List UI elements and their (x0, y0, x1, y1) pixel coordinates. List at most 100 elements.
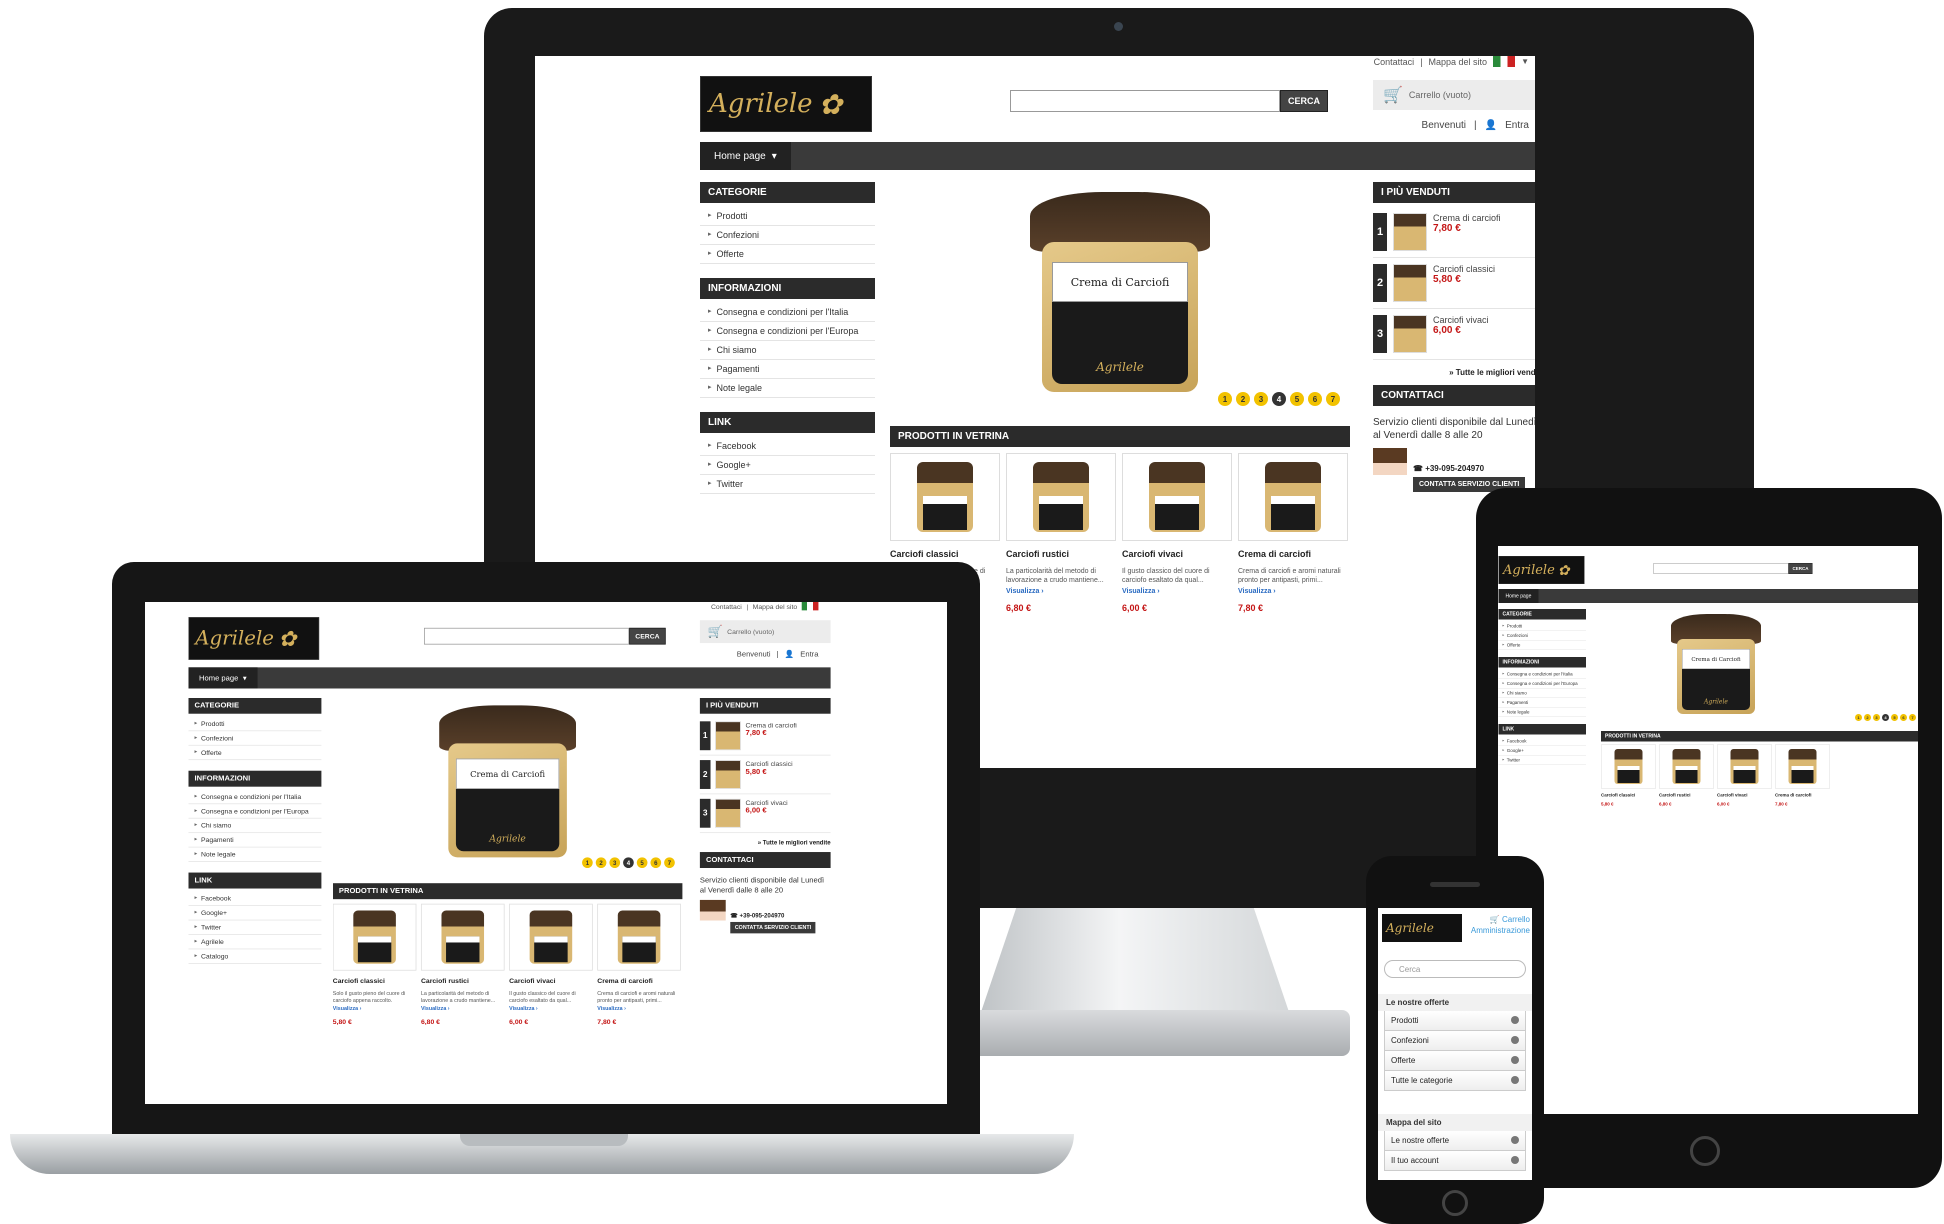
search-input[interactable] (1653, 563, 1789, 574)
categories-block: CATEGORIE Prodotti Confezioni Offerte (700, 182, 875, 264)
contact-link[interactable]: Contattaci (1374, 57, 1415, 67)
info-link[interactable]: Consegna e condizioni per l'Europa (700, 322, 875, 341)
mobile-menu-item[interactable]: Il tuo account (1384, 1151, 1526, 1171)
mobile-account-link[interactable]: Amministrazione (1471, 925, 1530, 936)
chevron-down-icon[interactable]: ▼ (1521, 57, 1529, 66)
slider-dots: 1 2 3 4 5 6 7 (1218, 392, 1340, 406)
search-input[interactable] (1010, 90, 1280, 112)
facebook-link[interactable]: Facebook (700, 437, 875, 456)
view-link[interactable]: Visualizza › (1006, 588, 1116, 595)
product-jar-image[interactable]: Crema di Carciofi Agrilele (1030, 192, 1210, 392)
chevron-right-icon (1511, 1016, 1519, 1024)
product-image (1033, 462, 1089, 532)
clover-icon: ✿ (818, 87, 843, 121)
hero-slider: Crema di Carciofi Agrilele 1 2 3 4 5 6 7 (890, 182, 1350, 412)
mobile-sitemap: Mappa del sito Le nostre offerte Il tuo … (1378, 1114, 1532, 1171)
support-agent-image (1373, 448, 1407, 508)
mobile-search-input[interactable]: Cerca (1384, 960, 1526, 978)
chevron-down-icon: ▾ (771, 150, 777, 162)
product-card[interactable]: Carciofi vivaci Il gusto classico del cuo… (1122, 453, 1232, 613)
product-card[interactable]: Carciofi rustici La particolarità del met… (1006, 453, 1116, 613)
user-icon: 👤 (784, 650, 795, 659)
view-link[interactable]: Visualizza › (1122, 588, 1232, 595)
logo[interactable]: Agrilele ✿ (188, 617, 320, 660)
slider-dot[interactable]: 5 (1290, 392, 1304, 406)
product-image (1265, 462, 1321, 532)
chevron-right-icon (1511, 1056, 1519, 1064)
info-link[interactable]: Pagamenti (700, 360, 875, 379)
home-button[interactable] (1690, 1136, 1720, 1166)
block-title: I PIÙ VENDUTI (1373, 182, 1535, 203)
slider-dot[interactable]: 2 (1236, 392, 1250, 406)
twitter-link[interactable]: Twitter (700, 475, 875, 494)
product-card[interactable]: Crema di carciofi Crema di carciofi e aro… (1238, 453, 1348, 613)
user-icon: 👤 (1484, 120, 1498, 131)
home-button[interactable] (1442, 1190, 1468, 1216)
block-title: CONTATTACI (1373, 385, 1535, 406)
tablet-screen: Agrilele✿ CERCA Home page CATEGORIEProdo… (1498, 546, 1918, 1114)
cart-icon: 🛒 (1383, 87, 1403, 104)
view-link[interactable]: Visualizza › (1238, 588, 1348, 595)
nav-home[interactable]: Home page ▾ (700, 142, 791, 170)
left-column: CATEGORIE Prodotti Confezioni Offerte IN… (700, 182, 875, 508)
search-input[interactable] (424, 627, 630, 645)
mobile-menu-item[interactable]: Prodotti (1384, 1011, 1526, 1031)
all-bestsellers-link[interactable]: » Tutte le migliori vendite (1373, 360, 1535, 385)
slider-dot[interactable]: 1 (1218, 392, 1232, 406)
mobile-offers: Le nostre offerte Prodotti Confezioni Of… (1378, 994, 1532, 1091)
logo[interactable]: Agrilele (1382, 914, 1462, 942)
welcome-bar: Benvenuti | 👤 Entra (1421, 120, 1529, 131)
laptop-notch (460, 1134, 628, 1146)
product-jar-image: Crema di Carciofi Agrilele (439, 705, 576, 858)
slider-dot[interactable]: 7 (1326, 392, 1340, 406)
mobile-menu-item[interactable]: Tutte le categorie (1384, 1071, 1526, 1091)
camera-icon (1114, 22, 1123, 31)
clover-icon: ✿ (278, 625, 297, 652)
info-link[interactable]: Chi siamo (700, 341, 875, 360)
slider-dot[interactable]: 6 (1308, 392, 1322, 406)
laptop-screen: Contattaci | Mappa del sito Agrilele ✿ CERC… (145, 602, 947, 1104)
bestseller-item[interactable]: 2 Carciofi classici 5,80 € (1373, 258, 1535, 309)
imac-stand-foot (930, 1010, 1350, 1056)
cart-icon: 🛒 (707, 625, 723, 639)
category-link[interactable]: Offerte (700, 245, 875, 264)
logo[interactable]: Agrilele ✿ (700, 76, 872, 132)
bestseller-item[interactable]: 3 Carciofi vivaci 6,00 € (1373, 309, 1535, 360)
phone-icon: ☎ (1413, 464, 1426, 473)
google-link[interactable]: Google+ (700, 456, 875, 475)
top-links: Contattaci | Mappa del sito ▼ (1373, 56, 1529, 67)
mobile-menu-item[interactable]: Offerte (1384, 1051, 1526, 1071)
block-title: CATEGORIE (700, 182, 875, 203)
search-button[interactable]: CERCA (1280, 90, 1328, 112)
category-link[interactable]: Confezioni (700, 226, 875, 245)
chevron-right-icon (1511, 1136, 1519, 1144)
chevron-right-icon (1511, 1036, 1519, 1044)
logo: Agrilele ✿ (1498, 556, 1585, 584)
mobile-menu-item[interactable]: Confezioni (1384, 1031, 1526, 1051)
mobile-menu-item[interactable]: Le nostre offerte (1384, 1131, 1526, 1151)
phone-number: ☎ +39-095-204970 (1413, 464, 1485, 473)
right-column: I PIÙ VENDUTI 1 Crema di carciofi 7,80 € 2… (1373, 182, 1535, 508)
info-link[interactable]: Consegna e condizioni per l'Italia (700, 303, 875, 322)
mobile-cart-link[interactable]: 🛒 Carrello (1471, 914, 1530, 925)
info-block: INFORMAZIONI Consegna e condizioni per l… (700, 278, 875, 398)
cart-box[interactable]: 🛒 Carrello (vuoto) (1373, 80, 1535, 110)
sitemap-link[interactable]: Mappa del sito (1429, 57, 1488, 67)
nav-home[interactable]: Home page ▾ (188, 667, 258, 689)
bestseller-item[interactable]: 1 Crema di carciofi 7,80 € (1373, 207, 1535, 258)
imac-stand-neck (980, 905, 1290, 1015)
slider-dot[interactable]: 3 (1254, 392, 1268, 406)
login-link[interactable]: Entra (1505, 120, 1529, 131)
phone-screen: Agrilele 🛒 Carrello Amministrazione Cerca… (1378, 908, 1532, 1180)
search-button[interactable]: CERCA (629, 627, 666, 645)
category-link[interactable]: Prodotti (700, 207, 875, 226)
cart-icon: 🛒 (1489, 915, 1500, 924)
chevron-right-icon (1511, 1156, 1519, 1164)
product-image (917, 462, 973, 532)
slider-dot-active[interactable]: 4 (1272, 392, 1286, 406)
info-link[interactable]: Note legale (700, 379, 875, 398)
links-block: LINK Facebook Google+ Twitter (700, 412, 875, 494)
cart-box[interactable]: 🛒 Carrello (vuoto) (699, 620, 831, 644)
search-bar: CERCA (1010, 90, 1328, 112)
italy-flag-icon[interactable] (1493, 56, 1516, 67)
